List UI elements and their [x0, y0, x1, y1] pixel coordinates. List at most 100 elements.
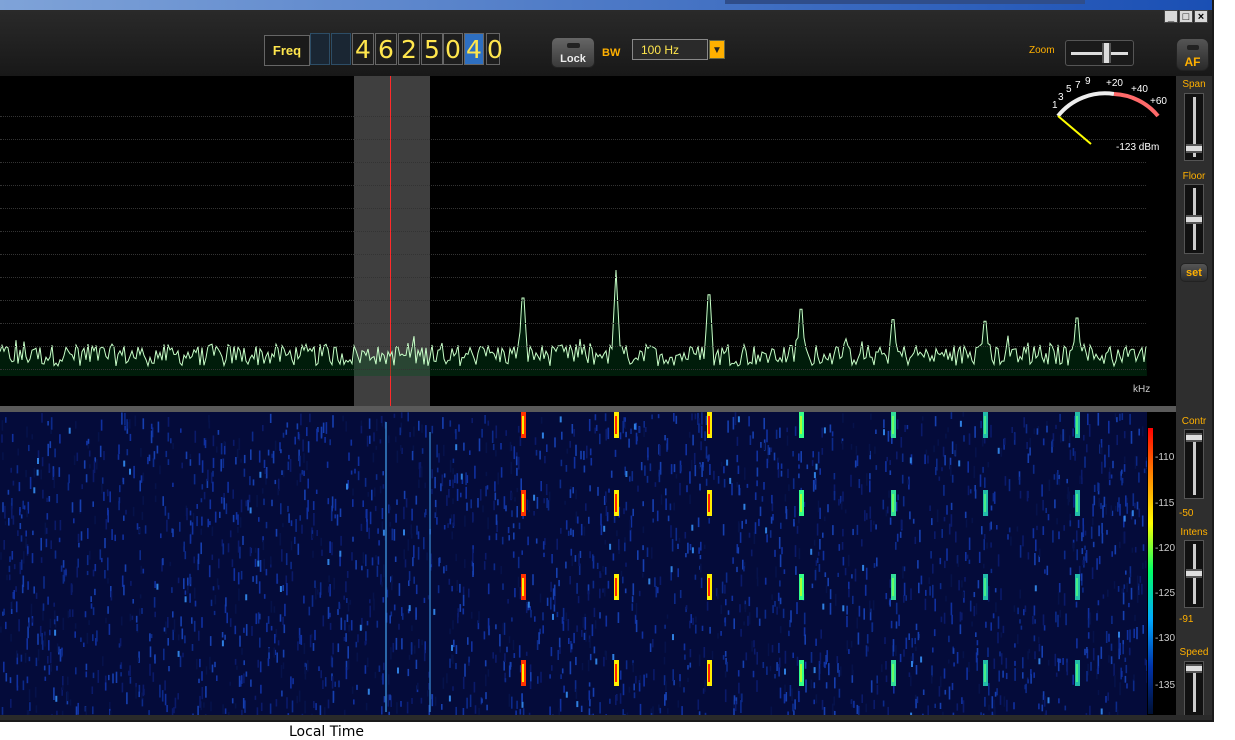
- colorbar-tick-label: -125: [1155, 588, 1175, 599]
- waterfall-speck: [225, 708, 227, 714]
- freq-digit[interactable]: [331, 33, 351, 65]
- waterfall-speck: [941, 467, 943, 471]
- span-slider-knob[interactable]: [1186, 144, 1202, 153]
- waterfall-speck: [198, 679, 200, 683]
- waterfall-speck: [542, 625, 544, 633]
- waterfall-speck: [488, 618, 490, 629]
- waterfall-speck: [173, 707, 175, 713]
- waterfall-speck: [504, 496, 506, 509]
- contrast-slider[interactable]: [1184, 429, 1204, 499]
- waterfall-speck: [851, 444, 853, 450]
- zoom-slider[interactable]: [1065, 40, 1134, 66]
- af-button[interactable]: AF: [1176, 38, 1209, 71]
- waterfall-speck: [530, 672, 532, 681]
- maximize-button[interactable]: □: [1179, 10, 1193, 23]
- waterfall-speck: [479, 438, 481, 451]
- waterfall-speck: [537, 640, 539, 650]
- waterfall-speck: [282, 585, 284, 591]
- waterfall-speck: [976, 603, 978, 614]
- waterfall-speck: [381, 706, 383, 714]
- waterfall-display[interactable]: [0, 412, 1147, 715]
- waterfall-speck: [931, 665, 933, 677]
- waterfall-speck: [571, 644, 573, 650]
- waterfall-speck: [172, 708, 174, 715]
- waterfall-speck: [446, 673, 448, 683]
- contrast-slider-knob[interactable]: [1186, 433, 1202, 442]
- waterfall-speck: [869, 601, 871, 613]
- waterfall-speck: [830, 589, 832, 599]
- waterfall-speck: [940, 558, 942, 564]
- freq-digit[interactable]: [310, 33, 330, 65]
- waterfall-speck: [40, 470, 42, 480]
- waterfall-speck: [426, 552, 428, 560]
- close-button[interactable]: ×: [1194, 10, 1208, 23]
- waterfall-speck: [876, 676, 878, 684]
- chevron-down-icon[interactable]: ▼: [709, 40, 725, 59]
- waterfall-speck: [605, 567, 607, 575]
- freq-digit[interactable]: 4: [352, 33, 374, 65]
- waterfall-speck: [852, 596, 854, 604]
- waterfall-speck: [17, 449, 19, 456]
- waterfall-speck: [608, 428, 610, 440]
- spectrum-gridline: [0, 277, 1146, 278]
- waterfall-speck: [284, 625, 286, 634]
- freq-digit[interactable]: 6: [375, 33, 397, 65]
- waterfall-speck: [42, 457, 44, 466]
- waterfall-speck: [225, 597, 227, 606]
- zoom-slider-knob[interactable]: [1102, 43, 1111, 63]
- waterfall-speck: [155, 483, 157, 489]
- waterfall-speck: [543, 541, 545, 549]
- waterfall-speck: [432, 694, 434, 706]
- lock-button[interactable]: Lock: [551, 37, 595, 68]
- minimize-button[interactable]: _: [1164, 10, 1178, 23]
- waterfall-speck: [466, 503, 468, 511]
- span-label: Span: [1176, 79, 1212, 90]
- span-slider[interactable]: [1184, 93, 1204, 161]
- waterfall-speck: [484, 631, 486, 639]
- waterfall-speck: [452, 468, 454, 474]
- intensity-slider-knob[interactable]: [1186, 569, 1202, 578]
- waterfall-speck: [902, 475, 904, 484]
- waterfall-speck: [463, 595, 465, 606]
- waterfall-speck: [698, 418, 700, 423]
- set-button[interactable]: set: [1180, 263, 1208, 282]
- freq-digit[interactable]: 5: [421, 33, 443, 65]
- waterfall-speck: [151, 431, 153, 444]
- waterfall-speck: [303, 471, 305, 476]
- freq-digit[interactable]: 0: [443, 33, 463, 65]
- waterfall-speck: [856, 618, 858, 629]
- waterfall-speck: [626, 502, 628, 511]
- speed-slider[interactable]: [1184, 661, 1204, 716]
- waterfall-speck: [832, 431, 834, 436]
- waterfall-speck: [643, 428, 645, 437]
- floor-slider[interactable]: [1184, 184, 1204, 254]
- waterfall-speck: [797, 657, 799, 666]
- spectrum-display[interactable]: kHz: [0, 76, 1176, 406]
- waterfall-speck: [701, 412, 703, 425]
- waterfall-speck: [329, 439, 331, 445]
- waterfall-speck: [367, 569, 369, 578]
- waterfall-speck: [50, 441, 52, 448]
- waterfall-speck: [1118, 632, 1120, 638]
- bandwidth-select[interactable]: 100 Hz: [632, 39, 708, 60]
- waterfall-speck: [207, 470, 209, 481]
- waterfall-speck: [1117, 502, 1119, 512]
- waterfall-speck: [77, 559, 79, 568]
- floor-slider-knob[interactable]: [1186, 215, 1202, 224]
- waterfall-speck: [626, 660, 628, 669]
- freq-digit[interactable]: 4: [464, 33, 484, 65]
- speed-slider-knob[interactable]: [1186, 664, 1202, 673]
- waterfall-speck: [765, 610, 767, 619]
- waterfall-speck: [821, 428, 823, 438]
- waterfall-speck: [832, 704, 834, 715]
- freq-digit[interactable]: 2: [398, 33, 420, 65]
- waterfall-speck: [284, 604, 286, 616]
- waterfall-speck: [520, 478, 522, 490]
- waterfall-speck: [1105, 696, 1107, 703]
- waterfall-speck: [59, 467, 61, 477]
- waterfall-speck: [1097, 666, 1099, 674]
- waterfall-speck: [499, 647, 501, 653]
- waterfall-speck: [673, 413, 675, 422]
- freq-digit[interactable]: 0: [486, 33, 500, 65]
- intensity-slider[interactable]: [1184, 540, 1204, 608]
